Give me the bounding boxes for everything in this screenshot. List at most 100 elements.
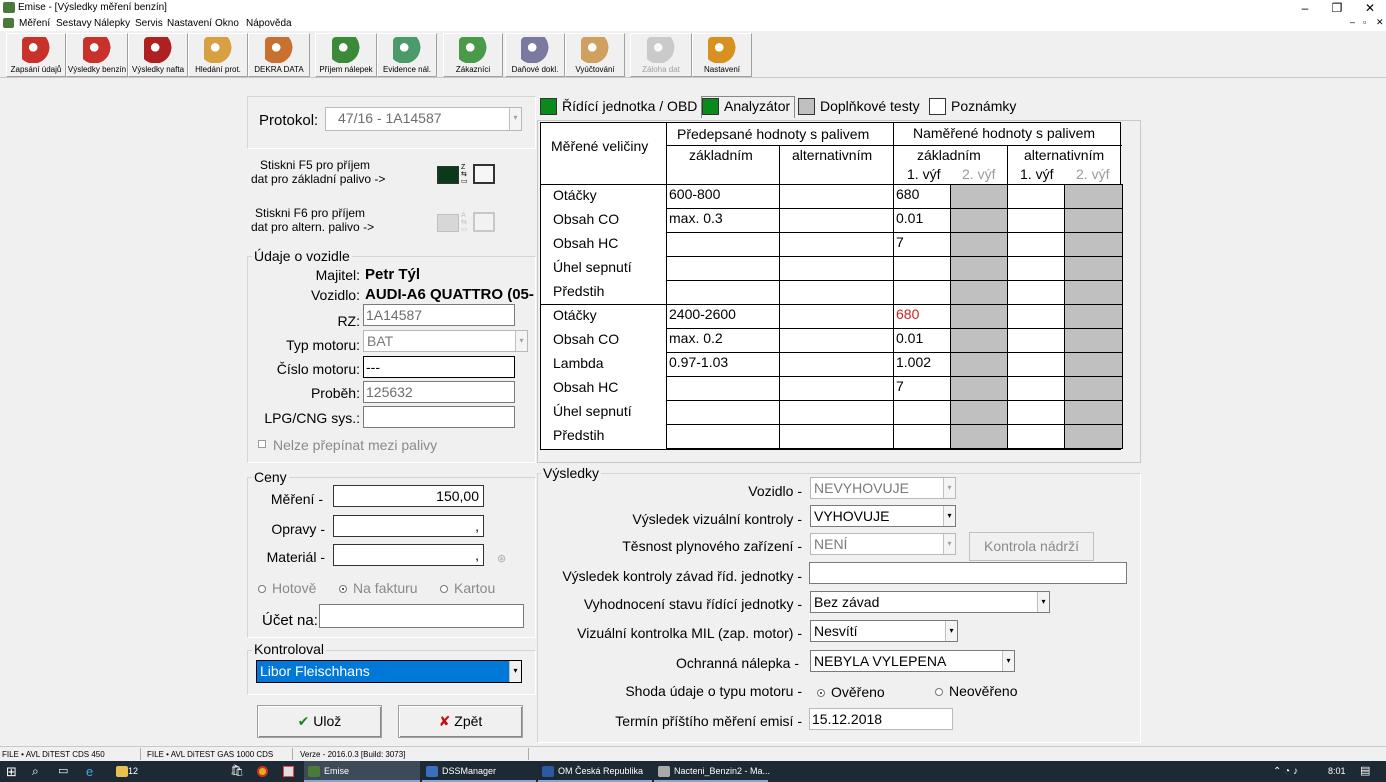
tank-check-button[interactable]: Kontrola nádrží — [969, 532, 1094, 561]
toolbar-hledani-prot[interactable]: Hledání prot. — [188, 33, 248, 77]
prescribed-basic-cell[interactable] — [666, 232, 781, 257]
windows-start-icon[interactable]: ⊞ — [6, 761, 17, 782]
menu-servis[interactable]: Servis — [135, 18, 163, 29]
taskbar-folder[interactable]: 12 — [112, 761, 216, 782]
protocol-select[interactable]: 47/16 - 1A14587 ▾ — [325, 107, 522, 131]
measured-alt-exh1-cell[interactable] — [1007, 304, 1066, 329]
measured-alt-exh1-cell[interactable] — [1007, 400, 1066, 425]
prescribed-basic-cell[interactable] — [666, 280, 781, 305]
toolbar-prijem-nalepek[interactable]: Příjem nálepek — [315, 33, 377, 77]
material-price-field[interactable]: , — [333, 544, 484, 566]
menu-mereni[interactable]: Měření — [19, 18, 50, 29]
mdi-minimize-button[interactable]: – — [1350, 17, 1355, 27]
ecu-faults-field[interactable] — [809, 562, 1127, 584]
sticker-select[interactable]: NEBYLA VYLEPENA ▾ — [810, 650, 1015, 672]
tab-ecu-obd[interactable]: Řídící jednotka / OBD — [540, 98, 697, 120]
ecu-eval-select[interactable]: Bez závad ▾ — [810, 591, 1050, 613]
save-button[interactable]: ✔ Ulož — [257, 705, 382, 738]
taskbar-dssmanager[interactable]: DSSManager — [422, 761, 536, 782]
toolbar-zakaznici[interactable]: Zákazníci — [443, 33, 503, 77]
pay-cash-radio[interactable]: Hotově — [258, 580, 316, 596]
menu-nalepky[interactable]: Nálepky — [94, 18, 130, 29]
prescribed-alt-cell[interactable] — [779, 304, 895, 329]
maximize-button[interactable]: ❐ — [1322, 1, 1352, 15]
gas-tightness-select[interactable]: NENÍ ▾ — [810, 533, 956, 555]
prescribed-alt-cell[interactable] — [779, 256, 895, 281]
toolbar-zapsani-udaju[interactable]: Zapsání údajů — [6, 33, 66, 77]
calculator-icon[interactable]: ⊛ — [497, 552, 506, 565]
toolbar-dekra-data[interactable]: DEKRA DATA — [248, 33, 310, 77]
measured-exh1-cell[interactable]: 1.002 — [893, 352, 952, 377]
notifications-icon[interactable]: ▤ — [1360, 761, 1370, 782]
prescribed-alt-cell[interactable] — [779, 184, 895, 209]
next-measure-field[interactable]: 15.12.2018 — [809, 708, 953, 730]
mil-select[interactable]: Nesvítí ▾ — [810, 620, 958, 642]
measured-exh1-cell[interactable] — [893, 400, 952, 425]
not-verified-radio[interactable]: Neověřeno — [935, 683, 1018, 699]
store-icon[interactable]: 🛍 — [230, 761, 244, 782]
measured-exh1-cell[interactable]: 680 — [893, 184, 952, 209]
edge-icon[interactable]: e — [86, 761, 93, 782]
tab-notes[interactable]: Poznámky — [929, 98, 1016, 120]
taskbar-om-ceska-republika[interactable]: OM Česká Republika — [538, 761, 652, 782]
measured-alt-exh1-cell[interactable] — [1007, 184, 1066, 209]
no-switch-checkbox[interactable] — [258, 440, 266, 448]
pay-invoice-radio[interactable]: Na fakturu — [339, 580, 418, 596]
mdi-restore-button[interactable]: ▫ — [1363, 17, 1366, 27]
close-button[interactable]: ✕ — [1355, 1, 1385, 15]
taskbar-emise[interactable]: Emise — [304, 761, 420, 782]
measured-exh1-cell[interactable]: 7 — [893, 376, 952, 401]
prescribed-basic-cell[interactable]: 0.97-1.03 — [666, 352, 781, 377]
mdi-close-button[interactable]: ✕ — [1376, 17, 1384, 28]
repairs-price-field[interactable]: , — [333, 515, 484, 537]
measured-exh1-cell[interactable]: 7 — [893, 232, 952, 257]
measured-alt-exh1-cell[interactable] — [1007, 328, 1066, 353]
mileage-field[interactable]: 125632 — [363, 381, 515, 403]
prescribed-alt-cell[interactable] — [779, 328, 895, 353]
visual-check-select[interactable]: VYHOVUJE ▾ — [810, 505, 956, 527]
toolbar-vysledky-benzin[interactable]: Výsledky benzín — [66, 33, 128, 77]
measured-alt-exh1-cell[interactable] — [1007, 256, 1066, 281]
result-vehicle-select[interactable]: NEVYHOVUJE ▾ — [810, 477, 956, 499]
measured-alt-exh1-cell[interactable] — [1007, 208, 1066, 233]
prescribed-alt-cell[interactable] — [779, 400, 895, 425]
tab-additional-tests[interactable]: Doplňkové testy — [798, 98, 920, 120]
prescribed-alt-cell[interactable] — [779, 208, 895, 233]
prescribed-basic-cell[interactable] — [666, 376, 781, 401]
engine-type-select[interactable]: BAT ▾ — [363, 330, 528, 352]
verified-radio[interactable]: Ověřeno — [817, 684, 885, 700]
toolbar-vysledky-nafta[interactable]: Výsledky nafta — [128, 33, 188, 77]
prescribed-basic-cell[interactable]: 600-800 — [666, 184, 781, 209]
menu-napoveda[interactable]: Nápověda — [246, 18, 292, 29]
measure-price-field[interactable]: 150,00 — [333, 485, 484, 507]
measured-exh1-cell[interactable] — [893, 256, 952, 281]
prescribed-alt-cell[interactable] — [779, 424, 895, 449]
engine-number-field[interactable]: --- — [363, 356, 515, 378]
toolbar-danove-dokl[interactable]: Daňové dokl. — [505, 33, 565, 77]
inspector-select[interactable]: Libor Fleischhans ▾ — [256, 660, 522, 683]
tray-icons[interactable]: ⌃ ◔ ♪ — [1273, 761, 1298, 782]
back-button[interactable]: ✘ Zpět — [398, 705, 523, 738]
prescribed-alt-cell[interactable] — [779, 376, 895, 401]
account-field[interactable] — [319, 604, 524, 628]
measured-alt-exh1-cell[interactable] — [1007, 424, 1066, 449]
tab-analyzer[interactable]: Analyzátor — [701, 96, 796, 118]
measured-exh1-cell[interactable]: 0.01 — [893, 208, 952, 233]
prescribed-alt-cell[interactable] — [779, 352, 895, 377]
search-icon[interactable]: ⌕ — [32, 761, 39, 782]
prescribed-basic-cell[interactable] — [666, 424, 781, 449]
lpg-field[interactable] — [363, 406, 515, 428]
taskbar-nacteni[interactable]: Nacteni_Benzin2 - Ma... — [654, 761, 770, 782]
toolbar-evidence-nal[interactable]: Evidence nál. — [377, 33, 437, 77]
measured-exh1-cell[interactable] — [893, 424, 952, 449]
rz-field[interactable]: 1A14587 — [363, 304, 515, 326]
menu-nastaveni[interactable]: Nastavení — [167, 18, 212, 29]
prescribed-basic-cell[interactable]: max. 0.2 — [666, 328, 781, 353]
measured-exh1-cell[interactable]: 680 — [893, 304, 952, 329]
clock[interactable]: 8:01 — [1328, 761, 1346, 782]
measured-exh1-cell[interactable]: 0.01 — [893, 328, 952, 353]
prescribed-alt-cell[interactable] — [779, 232, 895, 257]
prescribed-basic-cell[interactable] — [666, 400, 781, 425]
measured-alt-exh1-cell[interactable] — [1007, 232, 1066, 257]
device-transfer-icon[interactable]: Z ⇆ ▭ — [437, 164, 499, 186]
